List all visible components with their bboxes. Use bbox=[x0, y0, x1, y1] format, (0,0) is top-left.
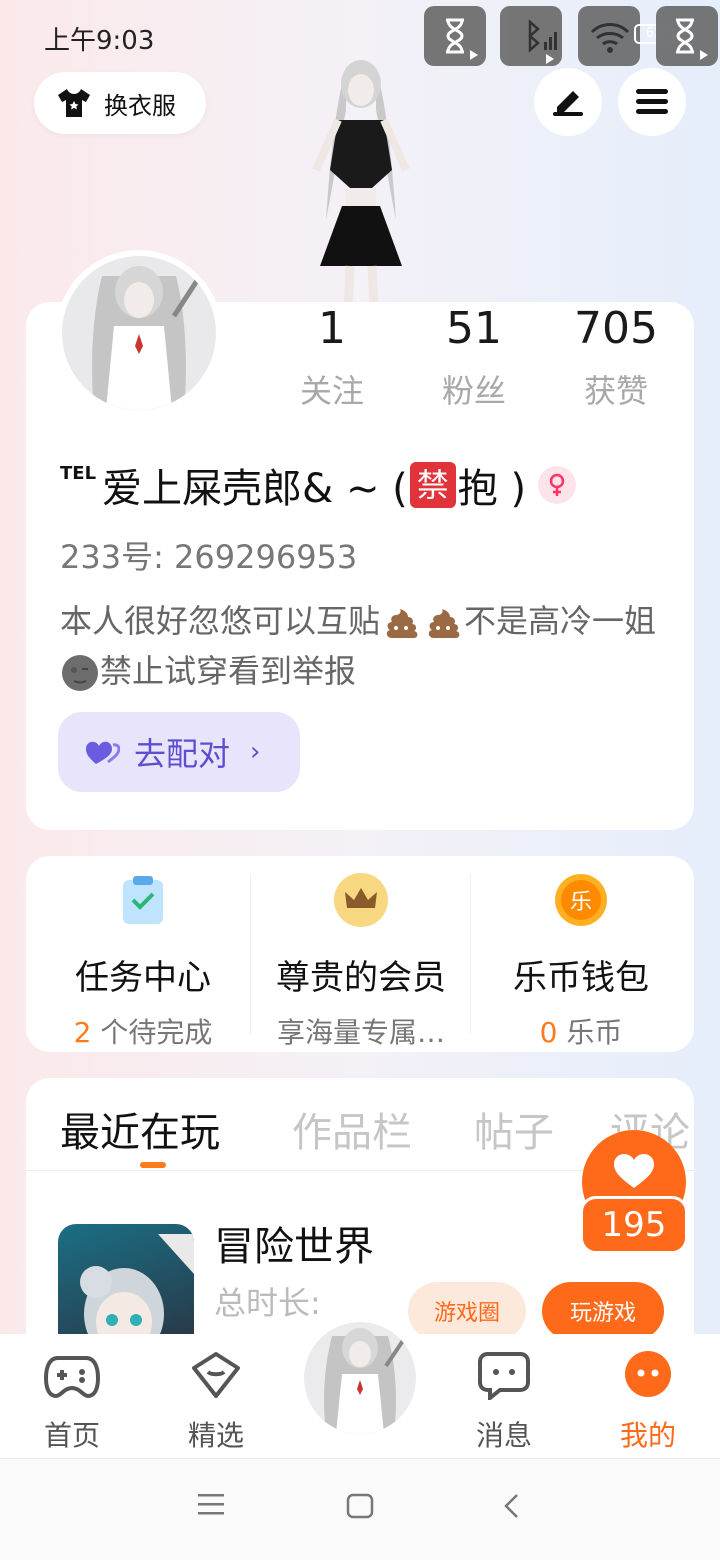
game-circle-button[interactable]: 游戏圈 bbox=[408, 1282, 526, 1340]
nav-home[interactable]: 首页 bbox=[22, 1350, 122, 1454]
following-count: 1 bbox=[318, 303, 346, 354]
heart-icon bbox=[614, 1154, 654, 1188]
task-center-button[interactable]: 任务中心 2 个待完成 bbox=[32, 872, 254, 1051]
tab-recent-played[interactable]: 最近在玩 bbox=[60, 1100, 220, 1158]
avatar-center-button[interactable] bbox=[300, 1318, 420, 1438]
likes-received-count: 705 bbox=[574, 303, 658, 354]
tab-works[interactable]: 作品栏 bbox=[292, 1100, 412, 1158]
vip-member-button[interactable]: 尊贵的会员 享海量专属… bbox=[250, 872, 472, 1051]
chevron-right-icon: › bbox=[250, 737, 261, 767]
username-part1: 爱上屎壳郎& ~ ( bbox=[102, 466, 408, 512]
change-outfit-button[interactable]: 换衣服 bbox=[34, 72, 206, 134]
nav-me-label: 我的 bbox=[619, 1419, 676, 1452]
nav-messages[interactable]: 消息 bbox=[454, 1350, 554, 1454]
stat-likes[interactable]: 705 获赞 bbox=[556, 302, 676, 412]
coin-wallet-title: 乐币钱包 bbox=[513, 958, 649, 998]
game-name[interactable]: 冒险世界 bbox=[214, 1214, 374, 1272]
clipboard-check-icon bbox=[123, 876, 163, 924]
avatar[interactable] bbox=[56, 250, 222, 416]
tel-tag: TEL bbox=[60, 462, 97, 484]
vip-member-title: 尊贵的会员 bbox=[276, 958, 446, 998]
play-game-button[interactable]: 玩游戏 bbox=[542, 1282, 664, 1340]
stat-following[interactable]: 1 关注 bbox=[272, 302, 392, 412]
stat-followers[interactable]: 51 粉丝 bbox=[414, 302, 534, 412]
signal-icon bbox=[500, 6, 562, 66]
match-button[interactable]: 去配对 › bbox=[58, 712, 300, 792]
nav-home-label: 首页 bbox=[43, 1419, 100, 1452]
bio: 本人很好忽悠可以互贴 不是高冷一姐禁止试穿看到举报 bbox=[60, 596, 660, 696]
following-label: 关注 bbox=[299, 372, 364, 410]
tab-posts[interactable]: 帖子 bbox=[474, 1100, 554, 1158]
chat-icon bbox=[478, 1352, 530, 1403]
pen-icon bbox=[553, 91, 583, 116]
menu-button[interactable] bbox=[618, 68, 686, 136]
nav-featured-label: 精选 bbox=[187, 1419, 244, 1452]
back-icon[interactable] bbox=[502, 1493, 520, 1519]
username-part2: 抱 ) bbox=[457, 466, 527, 512]
wifi-icon bbox=[578, 6, 640, 66]
coin-wallet-button[interactable]: 乐 乐币钱包 0 乐币 bbox=[470, 872, 692, 1051]
edit-profile-button[interactable] bbox=[534, 68, 602, 136]
female-gender-icon bbox=[538, 466, 577, 504]
svg-text:乐: 乐 bbox=[570, 890, 592, 915]
like-count: 195 bbox=[580, 1196, 688, 1254]
game-playtime: 总时长: bbox=[214, 1284, 321, 1322]
hourglass-notification-icon bbox=[656, 6, 718, 66]
hearts-icon bbox=[86, 741, 120, 764]
profile-dots-icon bbox=[625, 1351, 671, 1397]
change-outfit-label: 换衣服 bbox=[104, 91, 176, 120]
new-moon-face-emoji-icon bbox=[62, 655, 98, 691]
user-id: 233号: 269296953 bbox=[60, 538, 358, 576]
followers-count: 51 bbox=[446, 303, 502, 354]
poop-emoji-icon bbox=[428, 609, 460, 638]
hamburger-icon bbox=[636, 89, 668, 114]
bio-text-1: 本人很好忽悠可以互贴 bbox=[60, 602, 381, 640]
avatar-character-figure[interactable] bbox=[286, 50, 436, 310]
recent-apps-icon[interactable] bbox=[198, 1493, 224, 1515]
tshirt-icon bbox=[58, 89, 90, 117]
vip-member-sub: 享海量专属… bbox=[276, 1016, 445, 1049]
active-tab-indicator bbox=[140, 1162, 166, 1168]
followers-label: 粉丝 bbox=[441, 372, 506, 410]
nav-messages-label: 消息 bbox=[475, 1419, 532, 1452]
bio-text-3: 禁止试穿看到举报 bbox=[100, 652, 357, 690]
poop-emoji-icon bbox=[386, 609, 418, 638]
home-icon[interactable] bbox=[346, 1493, 374, 1519]
gamepad-icon bbox=[43, 1356, 101, 1399]
match-label: 去配对 bbox=[134, 735, 231, 773]
username-row: TEL 爱上屎壳郎& ~ ( 禁 抱 ) bbox=[60, 456, 577, 514]
likes-received-label: 获赞 bbox=[583, 372, 648, 410]
feature-card: 任务中心 2 个待完成 尊贵的会员 享海量专属… 乐 乐币钱包 0 乐币 bbox=[26, 856, 694, 1052]
coin-wallet-sub: 0 乐币 bbox=[539, 1016, 623, 1049]
nav-featured[interactable]: 精选 bbox=[166, 1350, 266, 1454]
task-center-title: 任务中心 bbox=[75, 958, 211, 998]
task-center-sub: 2 个待完成 bbox=[73, 1016, 213, 1049]
coin-icon: 乐 bbox=[555, 874, 607, 926]
system-navigation-bar bbox=[0, 1458, 720, 1560]
heart-box-icon bbox=[192, 1352, 240, 1398]
crown-icon bbox=[334, 873, 388, 927]
bio-text-2: 不是高冷一姐 bbox=[464, 602, 657, 640]
status-time: 上午9:03 bbox=[44, 26, 155, 56]
ban-emoji-icon: 禁 bbox=[409, 462, 456, 508]
nav-me[interactable]: 我的 bbox=[598, 1350, 698, 1454]
